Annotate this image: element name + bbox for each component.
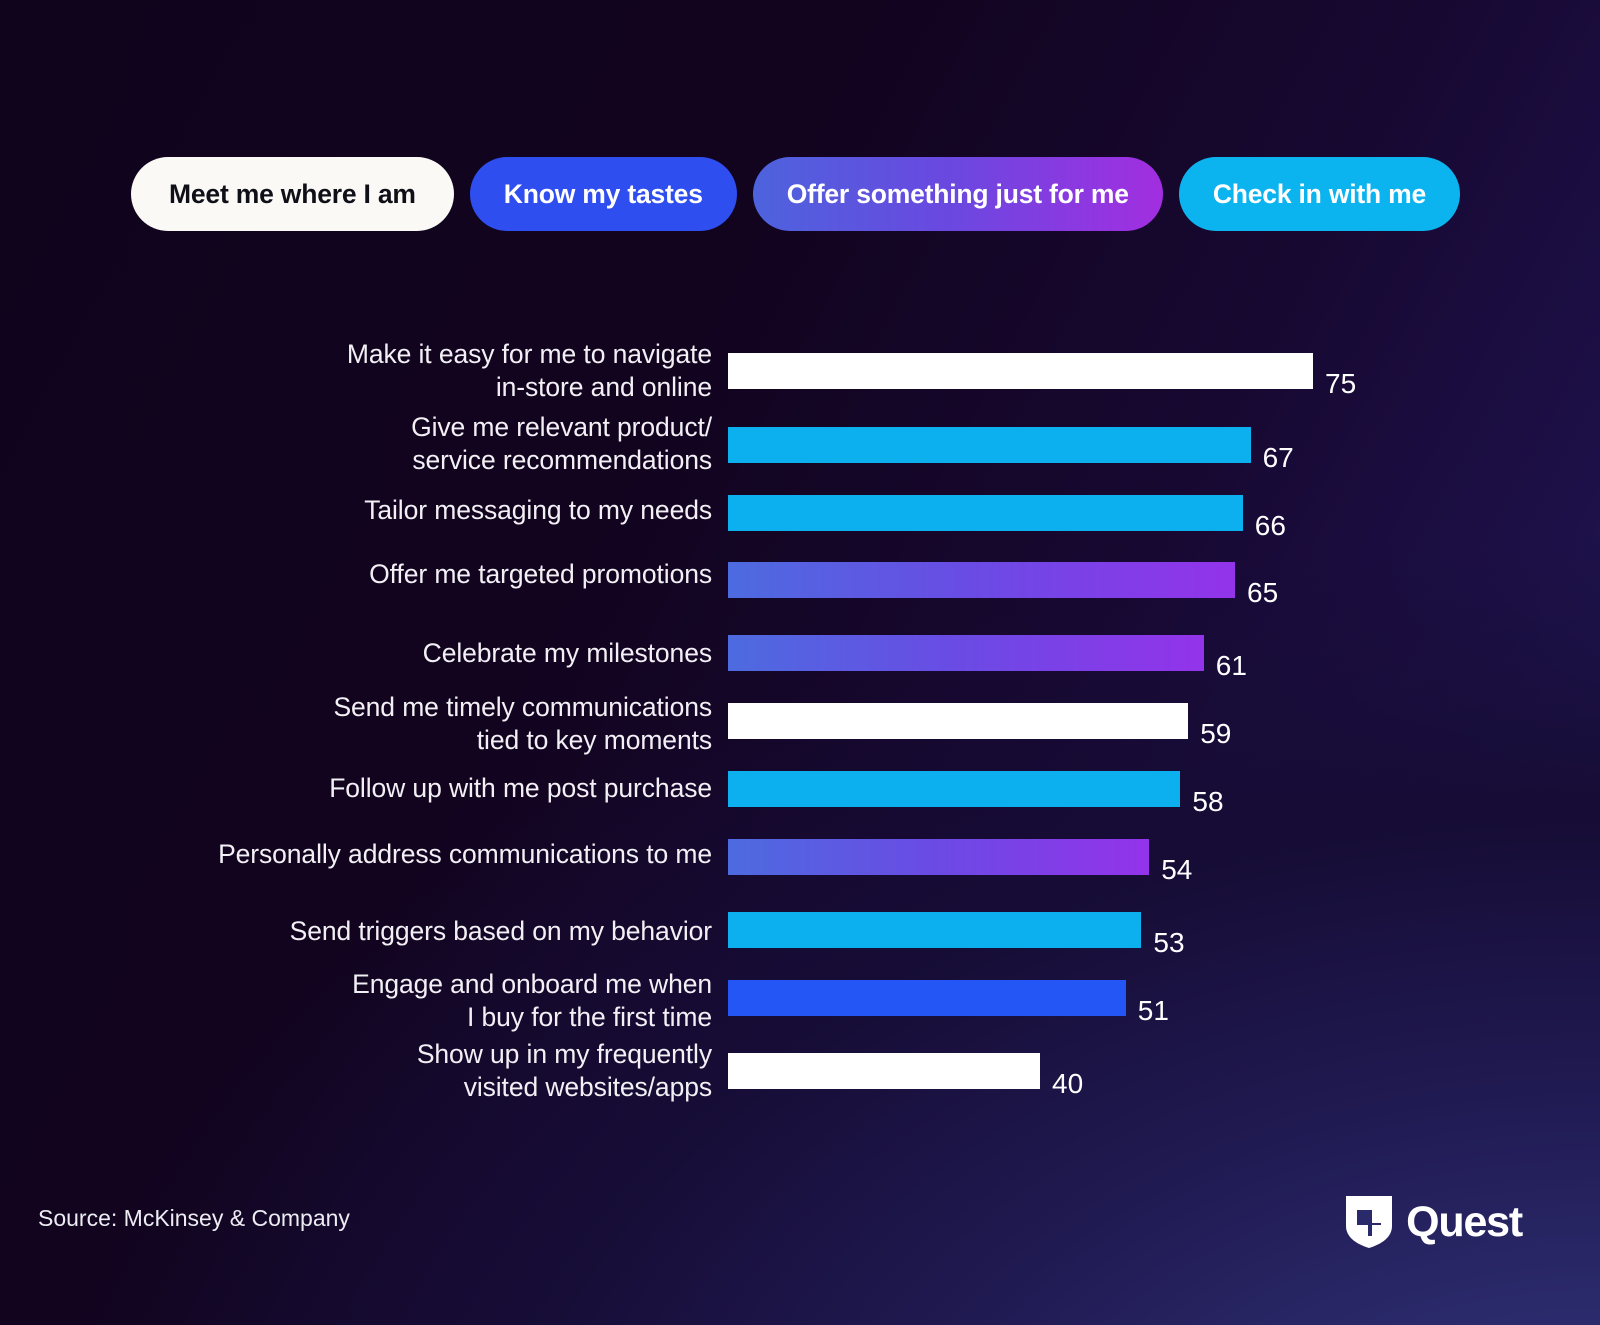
- quest-logo: Quest: [1346, 1196, 1523, 1248]
- bar-value-label: 75: [1325, 368, 1357, 399]
- bar: [728, 1053, 1040, 1089]
- bar-category-label-line: Send triggers based on my behavior: [289, 916, 712, 946]
- bar-value-label: 58: [1192, 786, 1224, 817]
- bar-value-label: 51: [1137, 995, 1169, 1026]
- bar: [728, 703, 1189, 739]
- bar-category-label-line: Engage and onboard me when: [352, 969, 712, 999]
- bar-category-label-line: Send me timely communications: [333, 692, 712, 722]
- bar-category-label: Celebrate my milestones: [72, 637, 712, 670]
- horizontal-bar-chart: Make it easy for me to navigate in-store …: [0, 0, 1600, 1325]
- bar-category-label: Give me relevant product/service recomme…: [72, 411, 712, 477]
- bar-category-label-line: Offer me targeted promotions: [369, 559, 712, 589]
- bar-value-label: 61: [1215, 650, 1247, 681]
- quest-wordmark: Quest: [1406, 1197, 1523, 1246]
- bar-category-label: Tailor messaging to my needs: [72, 494, 712, 527]
- bar: [728, 912, 1142, 948]
- bar: [728, 980, 1126, 1016]
- bar-value-label: 59: [1200, 718, 1232, 749]
- bar-category-label-line: Personally address communications to me: [218, 839, 712, 869]
- bar-category-label-line: in-store and online: [495, 372, 712, 402]
- bar-value-label: 67: [1262, 442, 1294, 473]
- bar: [728, 635, 1204, 671]
- bar-category-label-line: visited websites/apps: [463, 1072, 712, 1102]
- bar: [728, 353, 1313, 389]
- bar-category-label-line: tied to key moments: [476, 725, 712, 755]
- bar-category-label-line: Tailor messaging to my needs: [364, 495, 712, 525]
- bar-value-label: 65: [1247, 577, 1279, 608]
- bar-category-label: Offer me targeted promotions: [72, 558, 712, 591]
- bar-category-label-line: Make it easy for me to navigate: [346, 339, 712, 369]
- bar-category-label-line: Follow up with me post purchase: [329, 773, 712, 803]
- bar-category-label-line: service recommendations: [412, 445, 712, 475]
- bar-category-label: Send triggers based on my behavior: [72, 915, 712, 948]
- source-attribution: Source: McKinsey & Company: [38, 1205, 350, 1231]
- bar-value-label: 40: [1052, 1068, 1084, 1099]
- bar: [728, 495, 1243, 531]
- bar: [728, 771, 1181, 807]
- bar: [728, 839, 1150, 875]
- bar-category-label: Personally address communications to me: [72, 838, 712, 871]
- bar-category-label: Make it easy for me to navigate in-store …: [72, 338, 712, 404]
- bar-category-label-line: Give me relevant product/: [411, 412, 712, 442]
- quest-shield-icon: [1346, 1196, 1393, 1248]
- bar-value-label: 54: [1161, 854, 1193, 885]
- bar-category-label-line: Show up in my frequently: [416, 1039, 712, 1069]
- bar-category-label-line: I buy for the first time: [466, 1002, 712, 1032]
- bar-category-label: Engage and onboard me when I buy for the …: [72, 968, 712, 1034]
- bar: [728, 427, 1251, 463]
- bar-category-label-line: Celebrate my milestones: [422, 638, 712, 668]
- bar-category-label: Send me timely communications tied to key…: [72, 691, 712, 757]
- bar-category-label: Show up in my frequently visited websites…: [72, 1038, 712, 1104]
- bar-value-label: 53: [1153, 927, 1185, 958]
- bar-category-label: Follow up with me post purchase: [72, 772, 712, 805]
- bar-value-label: 66: [1254, 510, 1286, 541]
- bar: [728, 562, 1235, 598]
